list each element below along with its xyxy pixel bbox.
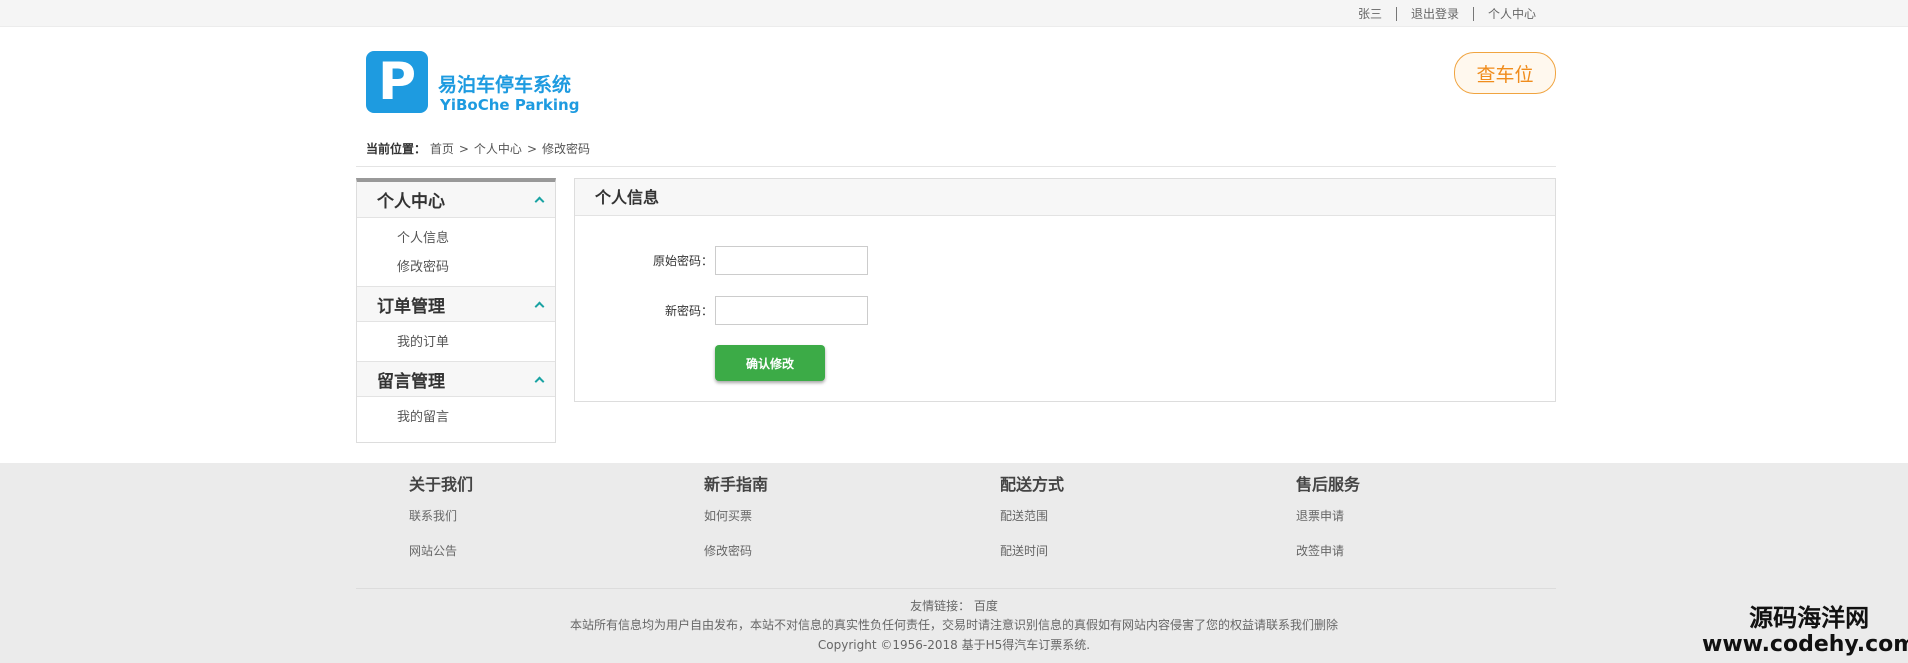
breadcrumb-arrow: >: [526, 142, 537, 156]
copyright-text: Copyright ©1956-2018 基于H5得汽车订票系统.: [817, 638, 1091, 652]
footer-column-title: 配送方式: [1000, 475, 1065, 494]
sidebar-item-change-password[interactable]: 修改密码: [357, 253, 555, 282]
panel-title: 个人信息: [575, 179, 1555, 216]
sidebar-group-messages[interactable]: 留言管理: [357, 361, 555, 397]
old-password-row: 原始密码：: [575, 246, 868, 275]
friend-link-baidu[interactable]: 百度: [974, 599, 998, 613]
confirm-change-button[interactable]: 确认修改: [715, 345, 825, 381]
top-bar: 张三 退出登录 个人中心: [0, 0, 1908, 27]
breadcrumb-arrow: >: [458, 142, 469, 156]
footer-column-guide: 新手指南 如何买票 修改密码: [704, 471, 768, 563]
breadcrumb-divider: [356, 166, 1556, 167]
brand-name-cn: 易泊车停车系统: [438, 74, 572, 96]
footer-link[interactable]: 修改密码: [704, 540, 768, 563]
breadcrumb-label: 当前位置：: [366, 142, 427, 156]
disclaimer-text: 本站所有信息均为用户自由发布，本站不对信息的真实性负任何责任，交易时请注意识别信…: [569, 618, 1338, 632]
new-password-row: 新密码：: [575, 296, 868, 325]
find-parking-button[interactable]: 查车位: [1454, 52, 1556, 94]
sidebar-item-profile[interactable]: 个人信息: [357, 224, 555, 253]
footer-column-after-sales: 售后服务 退票申请 改签申请: [1296, 471, 1360, 563]
breadcrumb-user-center[interactable]: 个人中心: [474, 142, 522, 156]
breadcrumb-current: 修改密码: [542, 142, 591, 156]
parking-logo-icon[interactable]: P: [366, 51, 428, 113]
top-links: 张三 退出登录 个人中心: [1344, 0, 1550, 27]
friend-links-label: 友情链接：: [910, 599, 971, 613]
chevron-up-icon: [534, 301, 545, 311]
footer-link[interactable]: 联系我们: [409, 505, 473, 528]
user-center-link[interactable]: 个人中心: [1474, 5, 1550, 22]
username-link[interactable]: 张三: [1344, 5, 1396, 22]
sidebar-group-orders[interactable]: 订单管理: [357, 286, 555, 322]
sidebar-item-my-messages[interactable]: 我的留言: [357, 403, 555, 432]
breadcrumb-home[interactable]: 首页: [430, 142, 454, 156]
footer-link[interactable]: 网站公告: [409, 540, 473, 563]
old-password-label: 原始密码：: [652, 254, 713, 268]
logout-link[interactable]: 退出登录: [1397, 5, 1473, 22]
footer-link[interactable]: 退票申请: [1296, 505, 1360, 528]
footer-link[interactable]: 如何买票: [704, 505, 768, 528]
sidebar-group-title: 订单管理: [377, 296, 445, 317]
footer-link[interactable]: 配送时间: [1000, 540, 1064, 563]
chevron-up-icon: [534, 376, 545, 386]
watermark-line-2: www.codehy.com: [1702, 632, 1908, 657]
new-password-label: 新密码：: [664, 304, 713, 318]
footer-link[interactable]: 改签申请: [1296, 540, 1360, 563]
sidebar-group-title: 留言管理: [377, 371, 445, 392]
sidebar-item-my-orders[interactable]: 我的订单: [357, 328, 555, 357]
footer-column-about: 关于我们 联系我们 网站公告: [409, 471, 473, 563]
old-password-input[interactable]: [715, 246, 868, 275]
friend-links: 友情链接： 百度: [0, 597, 1908, 614]
brand-name-en: YiBoChe Parking: [440, 96, 580, 114]
watermark-line-1: 源码海洋网: [1749, 604, 1870, 632]
footer-column-title: 关于我们: [409, 475, 474, 494]
change-password-panel: 个人信息 原始密码： 新密码： 确认修改: [574, 178, 1556, 402]
chevron-up-icon: [534, 196, 545, 207]
sidebar: 个人中心 个人信息 修改密码 订单管理 我的订单 留言管理 我的留言: [356, 178, 556, 443]
footer-divider: [356, 588, 1556, 589]
watermark: 源码海洋网 www.codehy.com: [1702, 604, 1908, 658]
footer-link[interactable]: 配送范围: [1000, 505, 1064, 528]
sidebar-group-title: 个人中心: [377, 192, 445, 212]
footer-column-title: 售后服务: [1296, 475, 1361, 494]
footer-column-title: 新手指南: [704, 475, 769, 494]
breadcrumb: 当前位置： 首页 > 个人中心 > 修改密码: [366, 140, 590, 157]
footer: 关于我们 联系我们 网站公告 新手指南 如何买票 修改密码 配送方式 配送范围 …: [0, 463, 1908, 663]
new-password-input[interactable]: [715, 296, 868, 325]
sidebar-group-user-center[interactable]: 个人中心: [357, 182, 555, 218]
footer-column-delivery: 配送方式 配送范围 配送时间: [1000, 471, 1064, 563]
